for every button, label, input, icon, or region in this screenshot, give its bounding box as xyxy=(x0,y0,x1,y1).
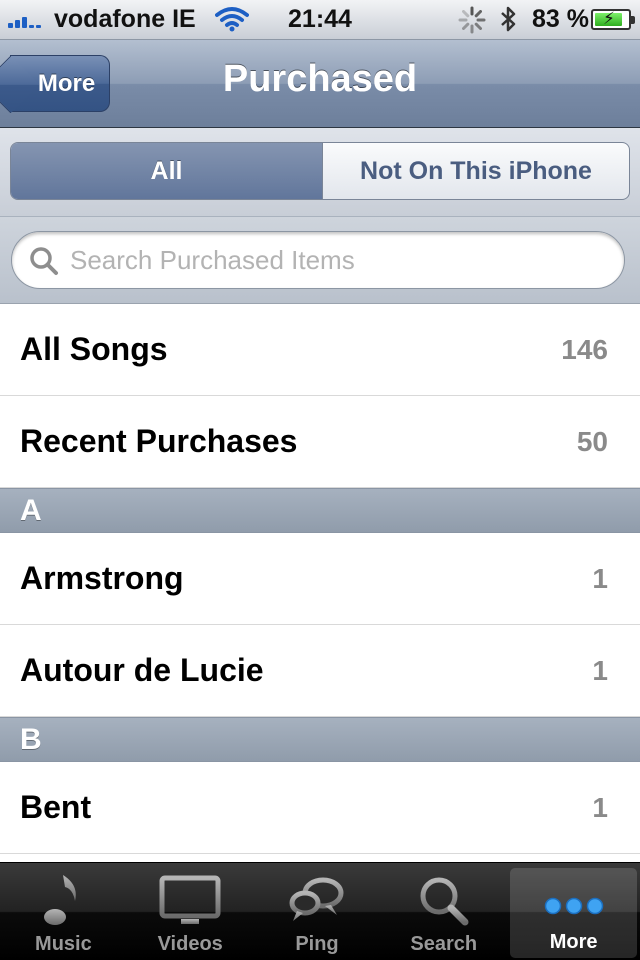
segment-not-on-this-iphone[interactable]: Not On This iPhone xyxy=(322,143,629,199)
bluetooth-icon xyxy=(499,5,517,40)
battery-percentage: 83 % xyxy=(532,5,589,33)
list-item-label: All Songs xyxy=(20,331,168,367)
tab-more[interactable]: More xyxy=(510,868,637,958)
tab-label: Music xyxy=(35,933,92,955)
list-item-autour-de-lucie[interactable]: Autour de Lucie 1 xyxy=(0,625,640,717)
list-item-label: Autour de Lucie xyxy=(20,652,264,688)
list-item-bent[interactable]: Bent 1 xyxy=(0,762,640,854)
more-dots-icon xyxy=(510,876,637,936)
tab-ping[interactable]: Ping xyxy=(254,863,381,960)
search-field-container xyxy=(11,231,625,289)
list-item-label: Bent xyxy=(20,789,92,825)
battery-icon: ⚡ xyxy=(591,9,635,30)
list-item-all-songs[interactable]: All Songs 146 xyxy=(0,304,640,396)
purchased-list: All Songs 146 Recent Purchases 50 A Arms… xyxy=(0,304,640,862)
tab-label: Videos xyxy=(157,933,223,955)
list-item-label: Recent Purchases xyxy=(20,423,298,459)
list-item-armstrong[interactable]: Armstrong 1 xyxy=(0,533,640,625)
tab-videos[interactable]: Videos xyxy=(127,863,254,960)
music-note-icon xyxy=(0,871,127,931)
status-bar: vodafone IE 21:44 83 % ⚡ xyxy=(0,0,640,40)
list-item-label: Armstrong xyxy=(20,560,184,596)
section-header-a: A xyxy=(0,488,640,533)
charging-bolt-icon: ⚡ xyxy=(603,9,615,28)
tab-label: Search xyxy=(410,933,478,955)
list-item-count: 50 xyxy=(576,425,608,457)
tab-label: Ping xyxy=(295,933,339,955)
segment-all[interactable]: All xyxy=(11,143,322,199)
list-item-count: 1 xyxy=(592,791,608,823)
list-item-count: 146 xyxy=(561,333,608,365)
tab-search[interactable]: Search xyxy=(380,863,507,960)
segment-bar: All Not On This iPhone xyxy=(0,128,640,216)
tab-music[interactable]: Music xyxy=(0,863,127,960)
list-item-count: 1 xyxy=(592,654,608,686)
tab-bar: Music Videos Ping Search More xyxy=(0,862,640,960)
list-item-count: 1 xyxy=(592,562,608,594)
tv-icon xyxy=(127,871,254,931)
segmented-control: All Not On This iPhone xyxy=(10,142,630,200)
list-item-partial[interactable] xyxy=(0,854,640,862)
list-item-recent-purchases[interactable]: Recent Purchases 50 xyxy=(0,396,640,488)
navigation-bar: More Purchased xyxy=(0,40,640,128)
magnifier-icon xyxy=(380,871,507,931)
search-icon xyxy=(30,247,58,275)
ping-bubbles-icon xyxy=(254,871,381,931)
search-bar xyxy=(0,216,640,304)
activity-spinner-icon xyxy=(458,6,486,41)
section-header-b: B xyxy=(0,717,640,762)
page-title: Purchased xyxy=(222,58,418,100)
search-input[interactable] xyxy=(70,240,610,280)
